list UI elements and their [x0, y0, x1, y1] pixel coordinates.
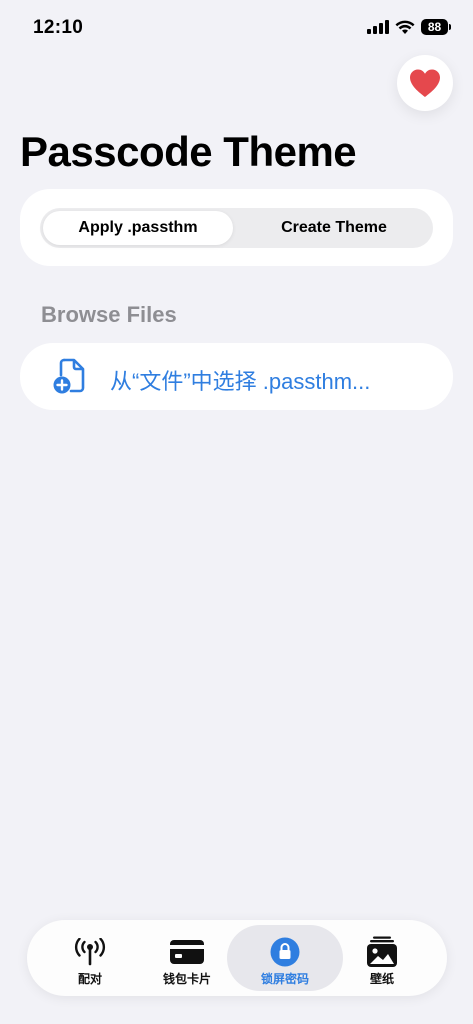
- tab-pairing-label: 配对: [77, 972, 102, 986]
- tab-wallpaper-label: 壁纸: [369, 972, 394, 986]
- status-bar: 12:10 88: [0, 0, 473, 56]
- wifi-icon: [395, 20, 415, 34]
- tab-wallet-card-label: 钱包卡片: [162, 972, 211, 986]
- heart-icon: [410, 69, 440, 97]
- tab-lock-passcode-label: 锁屏密码: [260, 972, 309, 986]
- mode-card: Apply .passthm Create Theme: [20, 189, 453, 266]
- choose-from-files-button[interactable]: 从“文件”中选择 .passthm...: [20, 343, 453, 410]
- choose-from-files-label: 从“文件”中选择 .passthm...: [110, 369, 371, 394]
- document-add-icon: [53, 358, 85, 394]
- wallet-card-icon: [169, 937, 205, 967]
- segment-create-theme[interactable]: Create Theme: [238, 211, 430, 245]
- browse-files-heading: Browse Files: [41, 302, 177, 327]
- wallpaper-icon: [365, 936, 399, 967]
- antenna-icon: [73, 937, 107, 967]
- lock-icon: [270, 937, 300, 967]
- tab-bar: 配对 钱包卡片 锁屏密码 壁纸: [27, 920, 447, 996]
- segment-apply-passthm[interactable]: Apply .passthm: [43, 211, 233, 245]
- status-indicators: 88: [367, 19, 451, 35]
- status-time: 12:10: [33, 17, 84, 38]
- page-title: Passcode Theme: [20, 128, 357, 175]
- favorite-button[interactable]: [397, 55, 453, 111]
- battery-icon: 88: [421, 19, 451, 35]
- mode-segmented-control: Apply .passthm Create Theme: [40, 208, 433, 248]
- tab-wallpaper[interactable]: 壁纸: [324, 925, 440, 991]
- battery-level: 88: [421, 19, 448, 35]
- cellular-signal-icon: [367, 20, 389, 34]
